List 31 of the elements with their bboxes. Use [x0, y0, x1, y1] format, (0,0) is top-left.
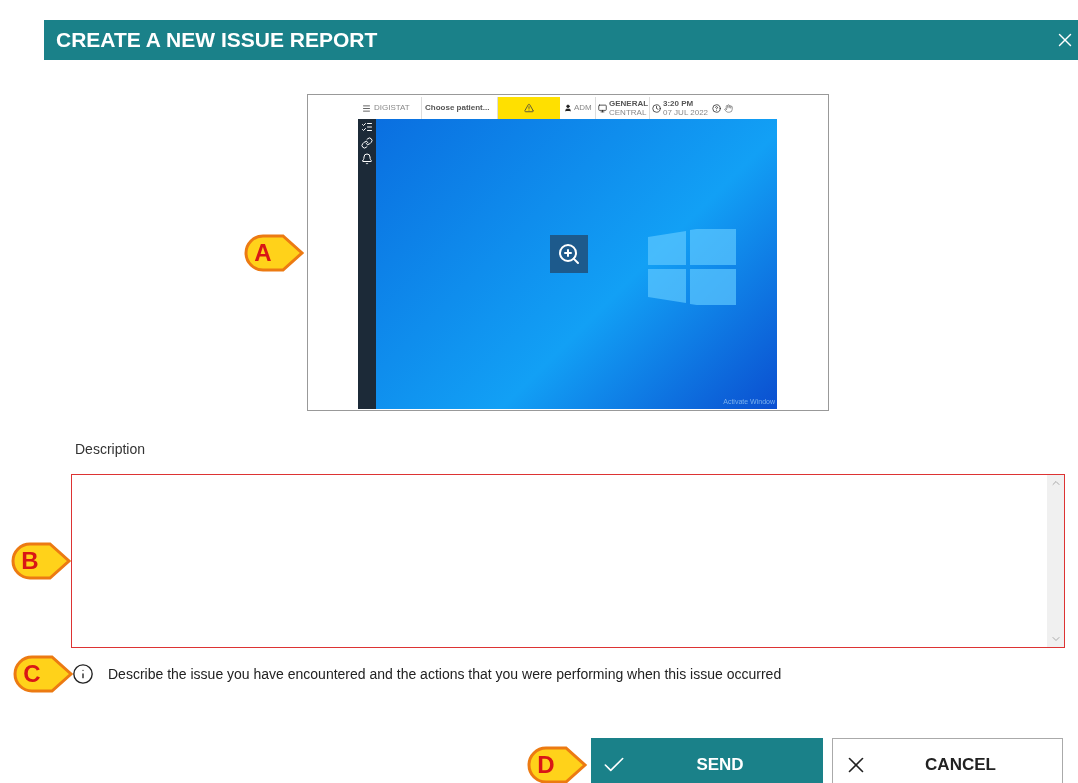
patient-selector: Choose patient... [425, 102, 490, 114]
callout-marker: D [526, 745, 588, 783]
clock-time: 3:20 PM [663, 99, 695, 108]
zoom-in-icon [557, 242, 581, 266]
dialog-title: CREATE A NEW ISSUE REPORT [56, 27, 378, 54]
bell-icon [361, 153, 373, 165]
zoom-button[interactable] [550, 235, 588, 273]
checklist-icon [361, 121, 373, 133]
menu-icon [362, 103, 371, 113]
link-icon [361, 137, 373, 149]
clock-date: 07 JUL 2022 [663, 108, 709, 117]
hand-icon [724, 103, 733, 113]
callout-marker: A [243, 232, 305, 273]
info-text: Describe the issue you have encountered and the actions that you were performing when this issue occurred [108, 664, 782, 684]
station-area: CENTRAL [609, 108, 649, 117]
warning-icon [524, 103, 534, 113]
callout-marker: C [12, 654, 74, 694]
monitor-icon [598, 103, 607, 113]
clock-icon [652, 103, 661, 113]
user-icon [564, 104, 572, 112]
info-icon [72, 663, 94, 685]
description-field[interactable] [71, 474, 1065, 648]
scrollbar[interactable] [1047, 475, 1064, 647]
help-icon [712, 103, 721, 113]
callout-marker: B [10, 541, 72, 581]
user-name: ADM [574, 102, 592, 114]
app-name: DIGISTAT [374, 102, 410, 114]
station-name: GENERAL [609, 99, 649, 108]
send-button[interactable]: SEND [591, 738, 823, 783]
description-label: Description [75, 440, 146, 459]
cancel-button[interactable]: CANCEL [832, 738, 1063, 783]
